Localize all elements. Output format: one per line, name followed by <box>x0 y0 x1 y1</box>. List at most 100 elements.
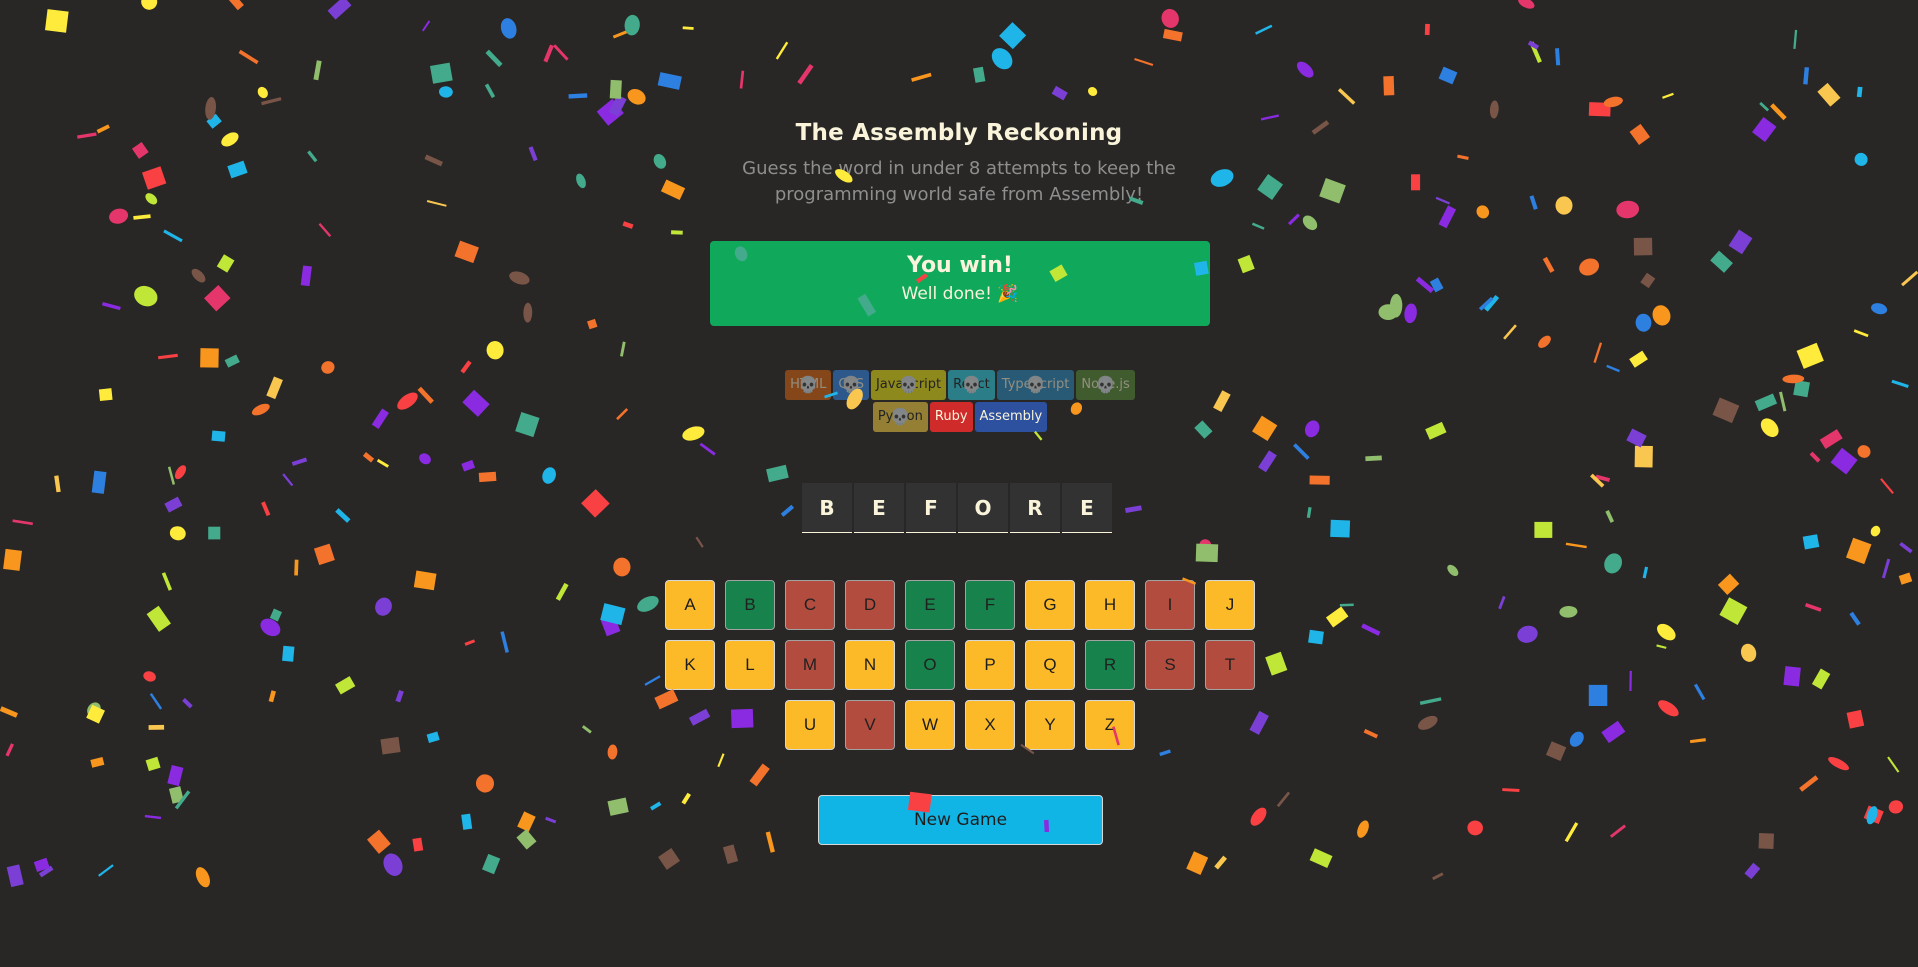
confetti-piece <box>261 501 271 517</box>
key-u[interactable]: U <box>785 700 835 750</box>
confetti-piece <box>1693 683 1706 701</box>
confetti-piece <box>1779 391 1787 412</box>
confetti-piece <box>1809 451 1821 463</box>
confetti-piece <box>616 408 629 421</box>
confetti-piece <box>671 230 683 235</box>
confetti-piece <box>1389 293 1403 318</box>
confetti-piece <box>1383 76 1395 96</box>
language-chip: Assembly <box>974 402 1048 432</box>
language-chip: React 💀 <box>948 370 995 400</box>
confetti-piece <box>1811 668 1831 690</box>
confetti-piece <box>1309 848 1333 868</box>
confetti-piece <box>205 97 217 120</box>
key-l[interactable]: L <box>725 640 775 690</box>
confetti-piece <box>1237 254 1255 274</box>
key-t[interactable]: T <box>1205 640 1255 690</box>
confetti-piece <box>1161 8 1179 28</box>
key-e[interactable]: E <box>905 580 955 630</box>
confetti-piece <box>335 508 351 523</box>
key-c[interactable]: C <box>785 580 835 630</box>
confetti-piece <box>765 831 775 853</box>
confetti-piece <box>1782 374 1805 384</box>
key-i[interactable]: I <box>1145 580 1195 630</box>
key-s[interactable]: S <box>1145 640 1195 690</box>
confetti-piece <box>282 645 295 662</box>
confetti-piece <box>1658 700 1679 717</box>
confetti-piece <box>1712 397 1740 424</box>
key-p[interactable]: P <box>965 640 1015 690</box>
confetti-piece <box>620 341 626 357</box>
confetti-piece <box>1419 697 1442 706</box>
confetti-piece <box>911 72 932 82</box>
key-a[interactable]: A <box>665 580 715 630</box>
confetti-piece <box>627 89 646 105</box>
confetti-piece <box>1199 539 1212 552</box>
key-y[interactable]: Y <box>1025 700 1075 750</box>
confetti-piece <box>1642 566 1649 579</box>
confetti-piece <box>1404 303 1417 324</box>
confetti-piece <box>91 470 107 494</box>
confetti-piece <box>134 285 158 307</box>
key-j[interactable]: J <box>1205 580 1255 630</box>
confetti-piece <box>145 756 161 772</box>
confetti-piece <box>1538 335 1551 348</box>
confetti-piece <box>1304 420 1320 438</box>
confetti-piece <box>1302 215 1318 231</box>
confetti-piece <box>622 221 634 229</box>
confetti-piece <box>581 489 610 518</box>
confetti-piece <box>1640 272 1656 289</box>
key-d[interactable]: D <box>845 580 895 630</box>
key-k[interactable]: K <box>665 640 715 690</box>
confetti-piece <box>227 0 244 11</box>
key-b[interactable]: B <box>725 580 775 630</box>
confetti-piece <box>1255 24 1273 35</box>
confetti-piece <box>421 20 431 32</box>
key-m[interactable]: M <box>785 640 835 690</box>
confetti-piece <box>1429 277 1444 293</box>
confetti-piece <box>1728 229 1753 255</box>
confetti-piece <box>1425 421 1447 440</box>
key-r[interactable]: R <box>1085 640 1135 690</box>
language-chip: Node.js 💀 <box>1076 370 1135 400</box>
page-title: The Assembly Reckoning <box>795 120 1123 146</box>
confetti-piece <box>1887 756 1900 773</box>
key-h[interactable]: H <box>1085 580 1135 630</box>
key-o[interactable]: O <box>905 640 955 690</box>
confetti-piece <box>1564 822 1579 843</box>
language-chips: HTML 💀 CSS 💀 JavaScript 💀 React 💀 TypeScript 💀 Nod… <box>783 370 1137 432</box>
confetti-piece <box>1656 644 1667 649</box>
confetti-piece <box>1087 87 1098 96</box>
key-x[interactable]: X <box>965 700 1015 750</box>
key-v[interactable]: V <box>845 700 895 750</box>
confetti-piece <box>1418 715 1438 730</box>
confetti-piece <box>461 813 473 830</box>
confetti-piece <box>429 62 453 84</box>
key-f[interactable]: F <box>965 580 1015 630</box>
confetti-piece <box>478 471 497 483</box>
confetti-piece <box>475 774 495 793</box>
key-z[interactable]: Z <box>1085 700 1135 750</box>
new-game-button[interactable]: New Game <box>818 795 1103 845</box>
confetti-piece <box>395 690 404 703</box>
key-g[interactable]: G <box>1025 580 1075 630</box>
confetti-piece <box>1287 213 1300 226</box>
confetti-piece <box>313 60 322 81</box>
confetti-piece <box>1438 66 1458 85</box>
confetti-piece <box>327 0 352 20</box>
key-w[interactable]: W <box>905 700 955 750</box>
confetti-piece <box>168 786 184 804</box>
confetti-piece <box>167 466 176 485</box>
confetti-piece <box>169 526 186 541</box>
confetti-piece <box>523 302 533 323</box>
confetti-piece <box>182 698 193 709</box>
key-q[interactable]: Q <box>1025 640 1075 690</box>
confetti-piece <box>1517 625 1538 643</box>
confetti-piece <box>1853 329 1869 338</box>
confetti-piece <box>1309 475 1330 485</box>
confetti-piece <box>224 354 240 368</box>
confetti-piece <box>3 548 22 571</box>
key-n[interactable]: N <box>845 640 895 690</box>
confetti-piece <box>1534 521 1553 538</box>
confetti-piece <box>1804 603 1822 612</box>
confetti-piece <box>1880 478 1894 495</box>
